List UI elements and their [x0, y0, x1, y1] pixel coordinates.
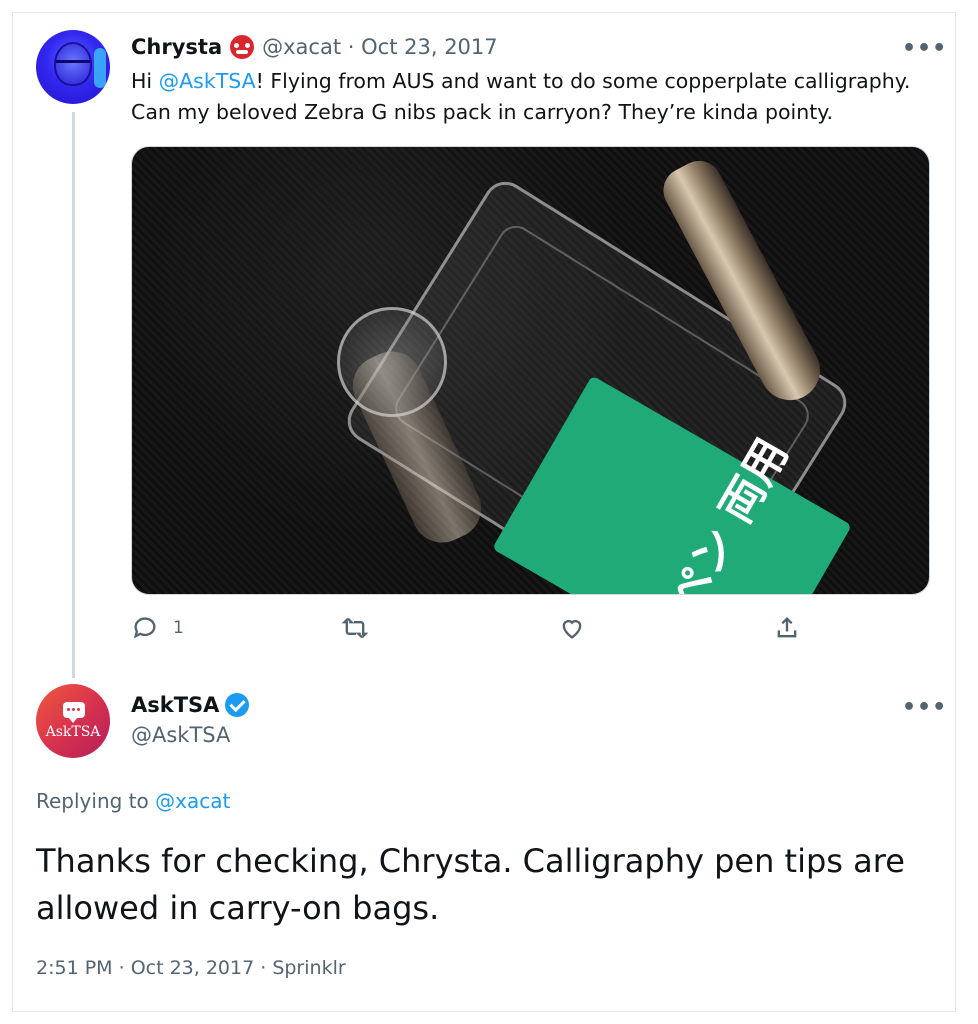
- share-button[interactable]: [773, 614, 801, 642]
- tweet1-photo[interactable]: Gペン 両用: [131, 146, 930, 595]
- replying-to: Replying to @xacat: [36, 789, 231, 813]
- tweet2-date[interactable]: Oct 23, 2017: [131, 957, 255, 979]
- tweet2-time[interactable]: 2:51 PM: [36, 957, 113, 979]
- avatar-chrysta[interactable]: [36, 30, 110, 104]
- ogre-icon: [230, 35, 255, 59]
- retweet-button[interactable]: [341, 614, 383, 642]
- heart-icon: [562, 620, 582, 639]
- mention-link[interactable]: @AskTSA: [159, 69, 256, 93]
- reply-count: 1: [173, 618, 184, 638]
- tweet1-author-handle[interactable]: @xacat · Oct 23, 2017: [262, 35, 498, 59]
- retweet-icon: [341, 617, 369, 639]
- reply-icon: [133, 617, 156, 639]
- tweet2-text: Thanks for checking, Chrysta. Calligraph…: [36, 842, 905, 927]
- tweet2-header: AskTSA: [131, 691, 250, 719]
- tweet1-date[interactable]: Oct 23, 2017: [361, 35, 498, 59]
- verified-badge-icon: [225, 693, 250, 717]
- avatar-highlight: [94, 48, 106, 88]
- more-options-icon[interactable]: •••: [902, 38, 947, 60]
- thread-connector-line: [72, 112, 75, 678]
- avatar-asktsa[interactable]: AskTSA: [36, 684, 110, 758]
- tweet2-source[interactable]: Sprinklr: [272, 957, 345, 979]
- more-options-icon[interactable]: •••: [902, 697, 947, 719]
- tweet1-text: Hi @AskTSA! Flying from AUS and want to …: [131, 69, 911, 124]
- chat-dots: [67, 708, 70, 711]
- zebra-emblem: [337, 307, 447, 417]
- reply-button[interactable]: 1: [131, 614, 184, 642]
- tweet1-actions: 1: [131, 614, 811, 648]
- share-icon: [777, 617, 797, 638]
- replying-to-link[interactable]: @xacat: [155, 789, 230, 813]
- avatar-glasses: [56, 60, 90, 68]
- tweet2-metadata: 2:51 PM · Oct 23, 2017 · Sprinklr: [36, 957, 346, 979]
- tweet2-author-handle[interactable]: @AskTSA: [131, 723, 230, 747]
- tweet1-header: Chrysta @xacat · Oct 23, 2017: [131, 33, 498, 61]
- like-button[interactable]: [558, 614, 600, 642]
- tweet2-author-name[interactable]: AskTSA: [131, 693, 219, 717]
- tweet1-author-name[interactable]: Chrysta: [131, 35, 222, 59]
- avatar-text: AskTSA: [45, 724, 101, 740]
